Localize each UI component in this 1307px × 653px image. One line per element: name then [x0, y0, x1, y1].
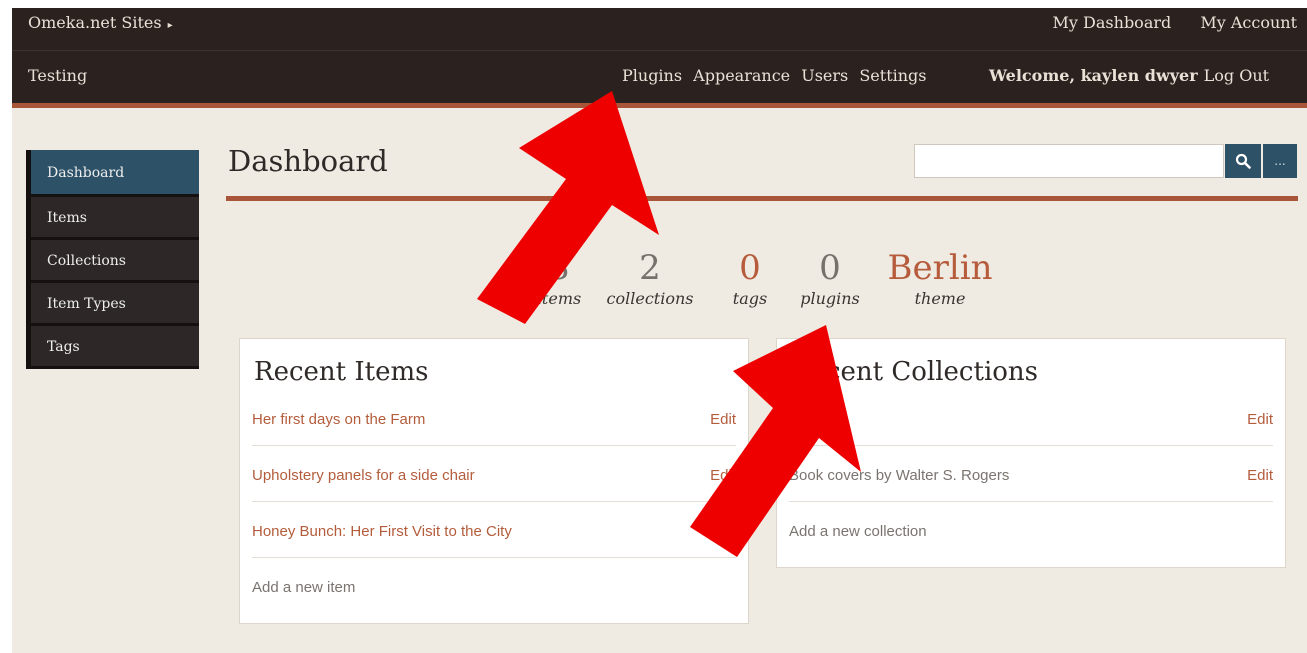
- user-welcome: Welcome, kaylen dwyer Log Out: [989, 66, 1269, 85]
- add-collection-row: Add a new collection: [789, 501, 1273, 557]
- omeka-sites-menu[interactable]: Omeka.net Sites ▸: [28, 13, 173, 32]
- stat-tags[interactable]: 0 tags: [720, 251, 780, 308]
- logout-link[interactable]: Log Out: [1204, 66, 1269, 85]
- recent-item-link[interactable]: Her first days on the Farm: [252, 411, 425, 428]
- stat-theme-label: theme: [914, 289, 966, 308]
- sidebar-item-collections[interactable]: Collections: [26, 240, 199, 283]
- stat-plugins-count: 0: [819, 248, 841, 288]
- stat-items[interactable]: 3 items: [524, 251, 594, 308]
- recent-item-row: Upholstery panels for a side chair Edit: [252, 445, 736, 502]
- add-new-collection-link[interactable]: Add a new collection: [789, 523, 927, 540]
- stat-theme-name: Berlin: [887, 248, 993, 288]
- search-icon: [1235, 153, 1251, 169]
- stat-tags-count: 0: [739, 248, 761, 288]
- recent-collections-heading: Recent Collections: [791, 357, 1038, 387]
- recent-item-edit-link[interactable]: Edit: [710, 467, 736, 484]
- page-title: Dashboard: [228, 144, 388, 178]
- recent-item-edit-link[interactable]: Edit: [710, 411, 736, 428]
- recent-collection-row: Edit: [789, 389, 1273, 446]
- welcome-text: Welcome, kaylen dwyer: [989, 66, 1198, 85]
- search-input[interactable]: [914, 144, 1224, 178]
- global-top-bar: Omeka.net Sites ▸ My Dashboard My Account: [12, 8, 1307, 51]
- admin-nav-links: Plugins Appearance Users Settings: [622, 66, 933, 85]
- stat-items-label: items: [536, 289, 582, 308]
- site-nav-bar: Testing Plugins Appearance Users Setting…: [12, 51, 1307, 108]
- advanced-search-button[interactable]: ...: [1263, 144, 1297, 178]
- recent-item-link[interactable]: Upholstery panels for a side chair: [252, 467, 475, 484]
- caret-right-icon: ▸: [167, 20, 173, 31]
- stat-tags-label: tags: [732, 289, 768, 308]
- sidebar-item-item-types[interactable]: Item Types: [26, 283, 199, 326]
- nav-appearance-link[interactable]: Appearance: [693, 66, 790, 85]
- nav-settings-link[interactable]: Settings: [859, 66, 926, 85]
- recent-items-heading: Recent Items: [254, 357, 429, 387]
- stat-collections-count: 2: [639, 248, 661, 288]
- add-new-item-link[interactable]: Add a new item: [252, 579, 355, 596]
- admin-sidebar: Dashboard Items Collections Item Types T…: [26, 150, 199, 369]
- stat-collections-label: collections: [606, 289, 694, 308]
- nav-users-link[interactable]: Users: [801, 66, 848, 85]
- recent-item-link[interactable]: Honey Bunch: Her First Visit to the City: [252, 523, 512, 540]
- sidebar-item-dashboard[interactable]: Dashboard: [26, 150, 199, 197]
- recent-collection-link[interactable]: Book covers by Walter S. Rogers: [789, 467, 1009, 484]
- recent-collections-panel: Recent Collections Edit Book covers by W…: [776, 338, 1286, 568]
- sidebar-item-items[interactable]: Items: [26, 197, 199, 240]
- stat-plugins[interactable]: 0 plugins: [792, 251, 868, 308]
- omeka-admin-screen: Omeka.net Sites ▸ My Dashboard My Account…: [12, 8, 1307, 653]
- add-item-row: Add a new item: [252, 557, 736, 613]
- stat-plugins-label: plugins: [800, 289, 860, 308]
- recent-item-row: Honey Bunch: Her First Visit to the City: [252, 501, 736, 558]
- recent-collection-edit-link[interactable]: Edit: [1247, 411, 1273, 428]
- stat-items-count: 3: [548, 248, 570, 288]
- stat-theme[interactable]: Berlin theme: [878, 251, 1002, 308]
- nav-plugins-link[interactable]: Plugins: [622, 66, 682, 85]
- sites-label: Omeka.net Sites: [28, 13, 162, 32]
- search-submit-button[interactable]: [1225, 144, 1261, 178]
- sidebar-item-tags[interactable]: Tags: [26, 326, 199, 369]
- stat-collections[interactable]: 2 collections: [600, 251, 700, 308]
- recent-collection-row: Book covers by Walter S. Rogers Edit: [789, 445, 1273, 502]
- my-dashboard-link[interactable]: My Dashboard: [1053, 13, 1172, 32]
- recent-item-row: Her first days on the Farm Edit: [252, 389, 736, 446]
- my-account-link[interactable]: My Account: [1200, 13, 1297, 32]
- account-links: My Dashboard My Account: [1029, 13, 1297, 32]
- recent-collection-edit-link[interactable]: Edit: [1247, 467, 1273, 484]
- title-divider: [226, 196, 1298, 201]
- recent-items-panel: Recent Items Her first days on the Farm …: [239, 338, 749, 624]
- site-name-link[interactable]: Testing: [28, 66, 87, 85]
